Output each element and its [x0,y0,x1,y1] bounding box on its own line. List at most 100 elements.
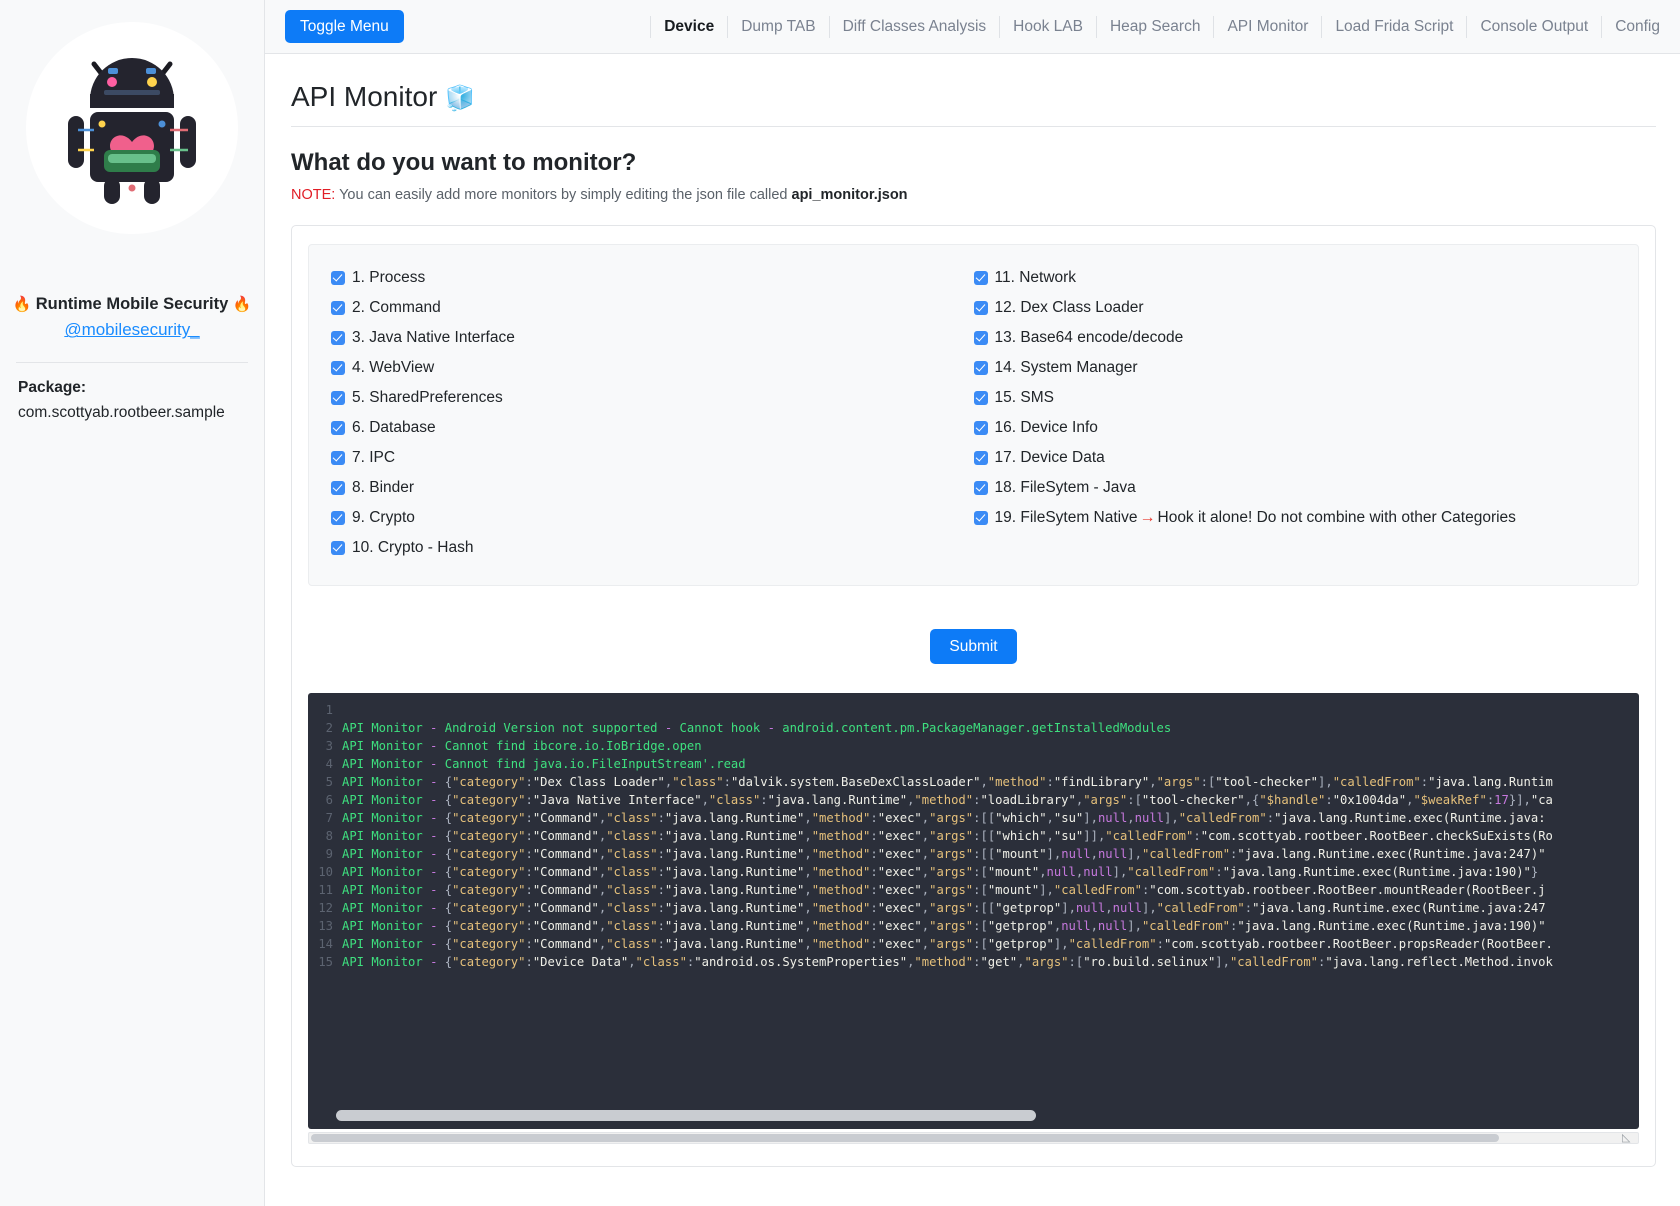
console-line: 4 API Monitor - Cannot find java.io.FileI… [308,755,1639,773]
nav-item-heap-search[interactable]: Heap Search [1095,15,1213,38]
checkbox-icon[interactable] [973,270,988,285]
sidebar-handle-link[interactable]: @mobilesecurity_ [64,320,199,340]
monitor-row[interactable]: 2. Command [331,293,974,323]
checkbox-icon[interactable] [973,420,988,435]
cube-icon: 🧊 [445,85,475,112]
console-line: 7 API Monitor - {"category":"Command","cl… [308,809,1639,827]
monitor-label: 2. Command [352,298,441,316]
monitor-row[interactable]: 4. WebView [331,353,974,383]
line-number: 14 [318,937,333,952]
monitor-row[interactable]: 1. Process [331,263,974,293]
monitor-row[interactable]: 10. Crypto - Hash [331,533,974,563]
console-line-text: API Monitor - Android Version not suppor… [342,721,1172,736]
console-line: 1 [308,701,1639,719]
monitor-label: 8. Binder [352,478,415,496]
nav-item-device[interactable]: Device [650,15,727,38]
monitor-row[interactable]: 16. Device Info [973,413,1617,443]
checkbox-icon[interactable] [973,480,988,495]
monitor-row[interactable]: 5. SharedPreferences [331,383,974,413]
checkbox-icon[interactable] [331,540,345,555]
checkbox-icon[interactable] [331,360,345,375]
checkbox-icon[interactable] [331,480,345,495]
nav-item-load-frida-script[interactable]: Load Frida Script [1321,15,1466,38]
content-area: API Monitor 🧊 What do you want to monito… [265,54,1680,1206]
nav-item-console-output[interactable]: Console Output [1466,15,1601,38]
checkbox-icon[interactable] [973,450,988,465]
checkbox-icon[interactable] [973,300,988,315]
monitor-column-right: 11. Network 12. Dex Class Loader 13. Base6… [973,263,1617,563]
main-area: Toggle Menu Device Dump TAB Diff Classes A… [265,0,1680,1206]
checkbox-icon[interactable] [331,300,345,315]
console-line-text: API Monitor - {"category":"Command","cla… [342,937,1553,952]
checkbox-icon[interactable] [973,330,988,345]
monitor-row[interactable]: 19. FileSytem Native → Hook it alone! Do n… [973,503,1617,533]
nav-item-diff-classes-analysis[interactable]: Diff Classes Analysis [828,15,1000,38]
nav-item-api-monitor[interactable]: API Monitor [1213,15,1321,38]
console-line: 9 API Monitor - {"category":"Command","cl… [308,845,1639,863]
console-line-text: API Monitor - {"category":"Command","cla… [342,919,1546,934]
resize-grip-icon[interactable]: ◺ [1622,1131,1636,1145]
checkbox-icon[interactable] [331,330,345,345]
console-line-text: API Monitor - {"category":"Command","cla… [342,865,1539,880]
monitor-row[interactable]: 15. SMS [973,383,1617,413]
monitor-row[interactable]: 11. Network [973,263,1617,293]
console-line-text: API Monitor - {"category":"Command","cla… [342,847,1546,862]
nav-item-hook-lab[interactable]: Hook LAB [999,15,1096,38]
monitor-row[interactable]: 14. System Manager [973,353,1617,383]
checkbox-icon[interactable] [331,450,345,465]
monitor-row[interactable]: 13. Base64 encode/decode [973,323,1617,353]
monitor-row[interactable]: 6. Database [331,413,974,443]
console-line: 11 API Monitor - {"category":"Command","c… [308,881,1639,899]
sidebar-divider [16,362,248,364]
console-horizontal-scrollbar[interactable]: ◺ [308,1131,1639,1145]
monitor-label: 1. Process [352,268,426,286]
monitor-row[interactable]: 17. Device Data [973,443,1617,473]
console-inner-scrollbar[interactable] [336,1110,1036,1122]
console-line-text: API Monitor - {"category":"Command","cla… [342,883,1546,898]
scrollbar-thumb[interactable] [311,1134,1499,1143]
console-line: 15 API Monitor - {"category":"Device Data… [308,953,1639,971]
console-line-text: API Monitor - Cannot find java.io.FileIn… [342,757,746,772]
checkbox-icon[interactable] [973,390,988,405]
arrow-right-icon: → [1139,508,1156,526]
monitor-column-left: 1. Process 2. Command 3. Java Native Inter… [331,263,974,563]
line-number: 8 [325,829,333,844]
sidebar-brand-text: Runtime Mobile Security [35,295,229,313]
checkbox-icon[interactable] [331,420,345,435]
console-line: 2 API Monitor - Android Version not suppo… [308,719,1639,737]
top-nav: Device Dump TAB Diff Classes Analysis Hook … [650,12,1662,42]
console-line: 10 API Monitor - {"category":"Command","c… [308,863,1639,881]
nav-item-dump-tab[interactable]: Dump TAB [727,15,828,38]
line-number: 15 [318,955,333,970]
package-label: Package: [18,379,87,397]
monitor-row[interactable]: 18. FileSytem - Java [973,473,1617,503]
line-number: 12 [318,901,333,916]
checkbox-icon[interactable] [331,510,345,525]
monitor-panel: 1. Process 2. Command 3. Java Native Inter… [291,224,1656,1168]
console-output[interactable]: 1 2 API Monitor - Android Version not supp… [308,693,1639,1130]
line-number: 3 [325,739,333,754]
flame-icon-right: 🔥 [232,296,252,313]
toggle-menu-button[interactable]: Toggle Menu [285,9,404,44]
sidebar-brand: 🔥 Runtime Mobile Security 🔥 [12,294,251,315]
checkbox-icon[interactable] [331,390,345,405]
monitor-row[interactable]: 9. Crypto [331,503,974,533]
monitor-label: 18. FileSytem - Java [994,478,1136,496]
topbar: Toggle Menu Device Dump TAB Diff Classes A… [265,0,1680,54]
title-divider [291,125,1656,127]
monitor-label: 3. Java Native Interface [352,328,515,346]
submit-row: Submit [308,628,1639,665]
note-tag: NOTE: [291,186,336,203]
checkbox-icon[interactable] [973,360,988,375]
submit-button[interactable]: Submit [930,628,1017,665]
nav-item-config[interactable]: Config [1601,15,1662,38]
checkbox-icon[interactable] [331,270,345,285]
console-line: 14 API Monitor - {"category":"Command","c… [308,935,1639,953]
monitor-row[interactable]: 3. Java Native Interface [331,323,974,353]
line-number: 4 [325,757,333,772]
page-title-text: API Monitor [291,81,438,112]
monitor-row[interactable]: 12. Dex Class Loader [973,293,1617,323]
checkbox-icon[interactable] [973,510,988,525]
monitor-row[interactable]: 7. IPC [331,443,974,473]
monitor-row[interactable]: 8. Binder [331,473,974,503]
